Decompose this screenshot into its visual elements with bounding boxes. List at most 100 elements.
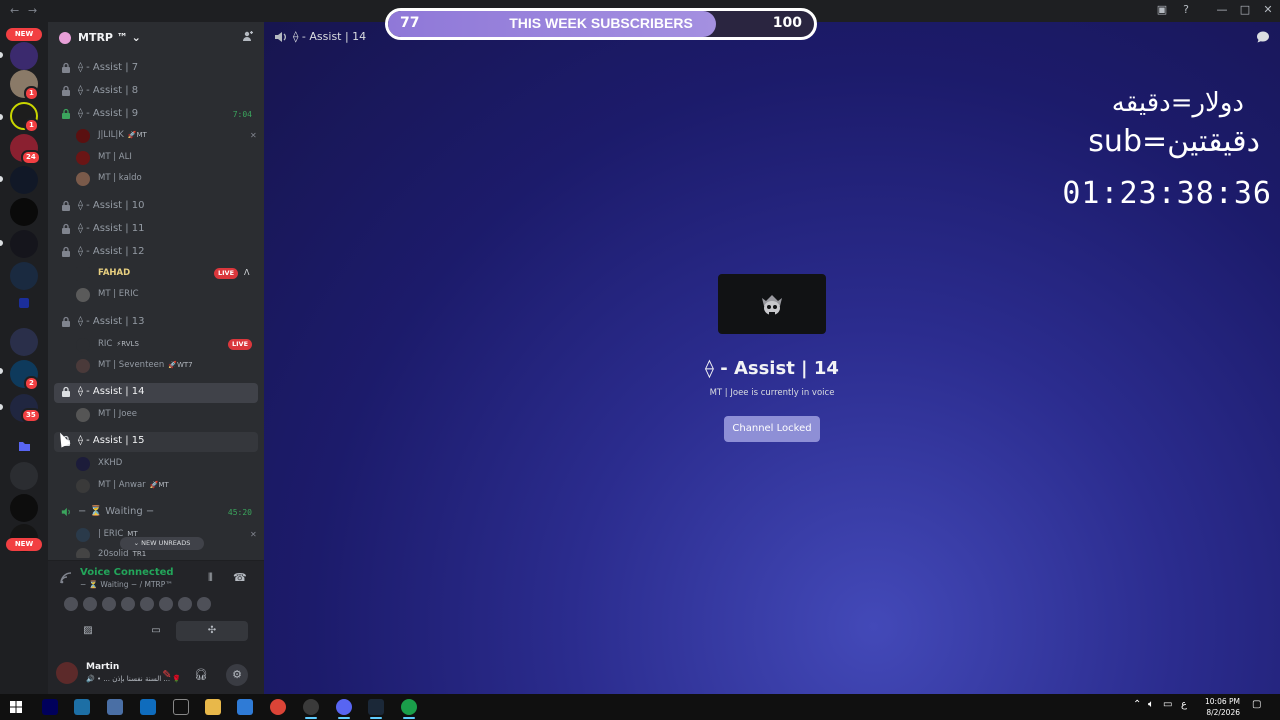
vegas-icon[interactable]: [74, 699, 90, 715]
guild-header[interactable]: MTRP ™ ⌄: [48, 22, 264, 54]
activity-icon[interactable]: [121, 597, 135, 611]
channel-assist-7[interactable]: ⟠ - Assist | 7: [54, 59, 258, 79]
activity-icon[interactable]: [178, 597, 192, 611]
folder-icon[interactable]: [10, 432, 38, 460]
voice-user[interactable]: MT | Anwar 🚀MT: [76, 477, 256, 495]
activity-icon[interactable]: [159, 597, 173, 611]
server-icon-7[interactable]: [10, 230, 38, 258]
discord-icon[interactable]: [336, 699, 352, 715]
notification-icon[interactable]: ▢: [1252, 699, 1261, 710]
voice-user[interactable]: MT | Seventeen 🚀WT7: [76, 357, 256, 375]
store-bag-icon[interactable]: [237, 699, 253, 715]
server-icon-9[interactable]: [19, 298, 29, 308]
avatar[interactable]: [56, 662, 78, 684]
avatar: [76, 479, 90, 493]
voice-user[interactable]: MT | Joee: [76, 406, 256, 424]
channel-assist-8[interactable]: ⟠ - Assist | 8: [54, 82, 258, 102]
chrome-icon[interactable]: [270, 699, 286, 715]
channel-locked-button[interactable]: Channel Locked: [724, 416, 820, 442]
windows-start-icon[interactable]: [8, 699, 24, 715]
help-icon[interactable]: ?: [1176, 3, 1196, 16]
channel-assist-12[interactable]: ⟠ - Assist | 12: [54, 243, 258, 263]
tray-chevron-icon[interactable]: ⌃: [1133, 699, 1141, 710]
channel-name: − ⏳ Waiting −: [78, 506, 155, 517]
channel-assist-13[interactable]: ⟠ - Assist | 13: [54, 313, 258, 333]
voice-user[interactable]: MT | ALI: [76, 149, 256, 167]
file-explorer-icon[interactable]: [205, 699, 221, 715]
activity-icon[interactable]: [83, 597, 97, 611]
activities-icon[interactable]: ✣: [176, 621, 248, 641]
volume-icon[interactable]: 🔈︎: [1148, 699, 1154, 710]
avatar: [76, 359, 90, 373]
headphones-icon[interactable]: 🎧︎: [190, 664, 212, 686]
chrome-profile-icon[interactable]: [401, 699, 417, 715]
channel-assist-10[interactable]: ⟠ - Assist | 10: [54, 197, 258, 217]
guild-name[interactable]: MTRP ™ ⌄: [78, 31, 141, 44]
voice-user[interactable]: MT | kaldo: [76, 170, 256, 188]
obs-icon[interactable]: [303, 699, 319, 715]
activity-icon[interactable]: [197, 597, 211, 611]
avatar: [76, 548, 90, 558]
channel-waiting[interactable]: − ⏳ Waiting − 45:20: [54, 503, 258, 523]
running-indicator: [305, 717, 317, 719]
lock-icon: [62, 85, 70, 96]
chat-icon[interactable]: [1256, 30, 1270, 44]
server-icon-6[interactable]: [10, 198, 38, 226]
voice-user[interactable]: XKHD: [76, 455, 256, 473]
mute-mic-icon[interactable]: ✎: [156, 664, 178, 686]
voice-user[interactable]: J|LIL|K 🚀MT ✕: [76, 127, 257, 145]
noise-suppression-icon[interactable]: ⦀: [208, 571, 213, 585]
network-icon[interactable]: ▭: [1163, 699, 1172, 710]
store-icon[interactable]: [140, 699, 156, 715]
activity-icon[interactable]: [64, 597, 78, 611]
mention-badge: 35: [21, 408, 41, 423]
activity-icon[interactable]: [102, 597, 116, 611]
inbox-icon[interactable]: ▣: [1152, 3, 1172, 16]
voice-user[interactable]: RIC ⚡RVLS LIVE: [76, 336, 256, 354]
server-icon-8[interactable]: [10, 262, 38, 290]
channel-title: ⟠ - Assist | 14: [705, 358, 839, 379]
system-clock[interactable]: 10:06 PM 8/2/2026: [1205, 696, 1240, 718]
invite-icon[interactable]: [242, 30, 254, 45]
calculator-icon[interactable]: [107, 699, 123, 715]
user-name: MT | kaldo: [98, 173, 142, 183]
forward-icon[interactable]: →: [28, 4, 37, 17]
channel-assist-14[interactable]: ⟠ - Assist | 14: [54, 383, 258, 403]
mention-badge: 24: [21, 150, 41, 165]
lock-icon: [62, 108, 70, 119]
steam-icon[interactable]: [368, 699, 384, 715]
signal-icon[interactable]: [59, 571, 73, 585]
lock-icon: [62, 316, 70, 327]
maximize-icon[interactable]: □: [1235, 3, 1255, 16]
avatar: [76, 129, 90, 143]
user-name: MT | Seventeen 🚀WT7: [98, 360, 193, 370]
unread-pill: [0, 404, 3, 410]
voice-channel-path[interactable]: − ⏳ Waiting − / MTRP™: [80, 580, 173, 589]
running-indicator: [403, 717, 415, 719]
after-effects-icon[interactable]: [42, 699, 58, 715]
input-language[interactable]: ع: [1181, 699, 1187, 710]
server-icon-14[interactable]: [10, 494, 38, 522]
voice-user[interactable]: FAHAD LIVE Λ: [76, 265, 256, 283]
channel-assist-15[interactable]: ⟠ - Assist | 15: [54, 432, 258, 452]
tools-icon[interactable]: [173, 699, 189, 715]
settings-gear-icon[interactable]: ⚙: [226, 664, 248, 686]
channel-assist-11[interactable]: ⟠ - Assist | 11: [54, 220, 258, 240]
server-icon-1[interactable]: [10, 42, 38, 70]
voice-user[interactable]: MT | ERIC: [76, 286, 256, 304]
user-name[interactable]: Martin: [86, 662, 119, 672]
server-icon-13[interactable]: [10, 462, 38, 490]
mute-icon: ✕: [250, 530, 257, 539]
camera-off-icon[interactable]: ▨: [52, 621, 124, 641]
new-badge-bottom: NEW: [6, 538, 42, 551]
server-icon-5[interactable]: [10, 166, 38, 194]
channel-assist-9[interactable]: ⟠ - Assist | 9 7:04: [54, 105, 258, 125]
close-icon[interactable]: ✕: [1258, 3, 1278, 16]
activity-icon[interactable]: [140, 597, 154, 611]
server-icon-10[interactable]: [10, 328, 38, 356]
new-unreads-button[interactable]: ⌄ NEW UNREADS: [120, 537, 204, 550]
disconnect-icon[interactable]: ☎: [233, 571, 247, 584]
back-icon[interactable]: ←: [10, 4, 19, 17]
minimize-icon[interactable]: —: [1212, 3, 1232, 16]
voice-status[interactable]: Voice Connected: [80, 567, 174, 578]
